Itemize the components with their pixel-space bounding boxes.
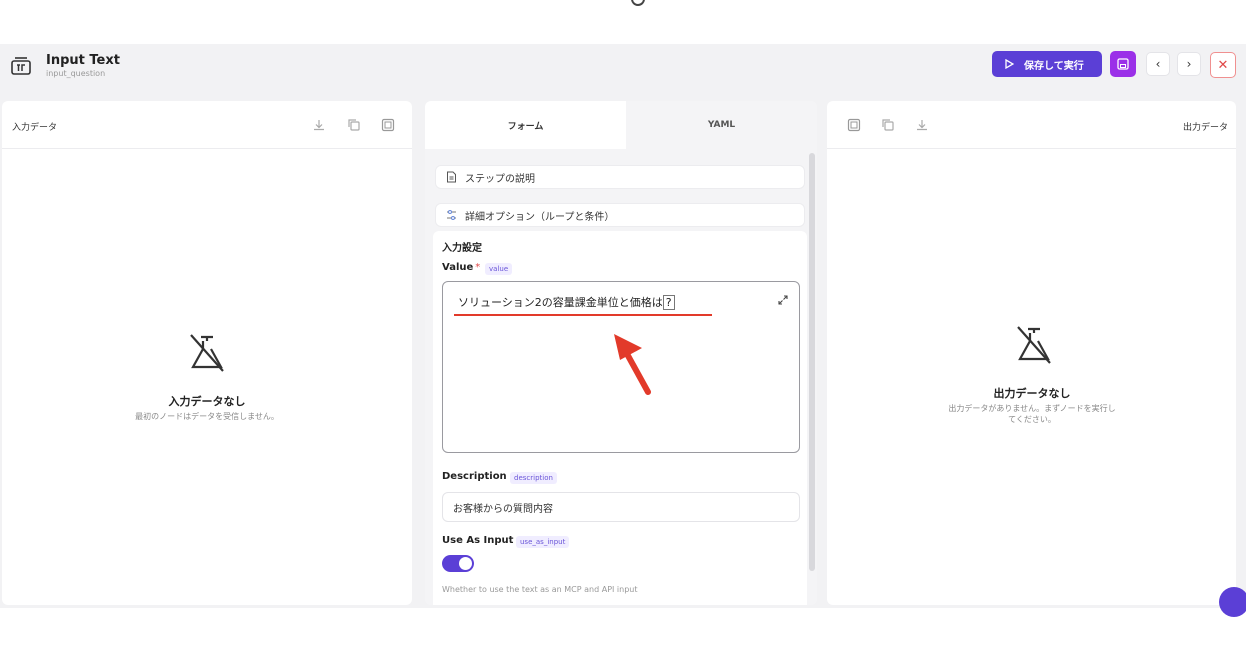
annotation-arrow-icon [614,334,651,395]
advanced-options-section[interactable]: 詳細オプション（ループと条件） [435,203,805,227]
expand-icon[interactable] [773,290,793,310]
close-icon: ✕ [1217,57,1229,73]
use-as-input-toggle[interactable] [442,555,474,572]
description-value: お客様からの質問内容 [453,503,553,515]
previous-node-button[interactable]: ‹ [1146,52,1170,76]
download-icon[interactable] [312,118,326,132]
output-data-panel: 出力データ 出力データなし 出力データがありません。まずノードを実行し てくださ… [827,101,1236,605]
value-key-chip: value [485,263,513,275]
text-input-icon [11,57,31,75]
app-window: Input Text input_question 保存して実行 ‹ › ✕ 入… [0,44,1246,608]
use-as-input-help: Whether to use the text as an MCP and AP… [442,585,638,594]
copy-icon[interactable] [347,118,361,132]
empty-input-description: 最初のノードはデータを受信しません。 [135,412,279,421]
close-button[interactable]: ✕ [1210,52,1236,78]
save-icon [1117,58,1129,70]
flask-off-icon [1017,326,1051,364]
tab-yaml[interactable]: YAML [626,101,817,149]
node-title: Input Text [46,53,120,68]
chat-launcher-button[interactable] [1219,587,1246,617]
chevron-right-icon: › [1186,57,1192,71]
step-description-section[interactable]: ステップの説明 [435,165,805,189]
value-field-label: Value * [442,262,480,273]
loading-spinner-icon [631,0,645,6]
output-data-header: 出力データ [827,101,1236,149]
input-settings-title: 入力設定 [442,243,482,254]
description-key-chip: description [510,472,557,484]
value-label-text: Value [442,262,474,273]
input-data-label: 入力データ [12,123,58,133]
empty-output-description-line1: 出力データがありません。まずノードを実行し [948,404,1116,413]
play-icon [1005,59,1014,69]
use-as-input-key-chip: use_as_input [516,536,570,548]
flask-off-icon [190,334,224,372]
save-and-run-button[interactable]: 保存して実行 [992,51,1102,77]
advanced-options-label: 詳細オプション（ループと条件） [465,211,615,223]
document-icon [447,171,456,183]
node-id: input_question [46,69,106,78]
download-icon[interactable] [915,118,929,132]
chevron-left-icon: ‹ [1155,57,1161,71]
required-mark: * [475,262,481,273]
input-data-header: 入力データ [2,101,412,149]
save-button[interactable] [1110,51,1136,77]
copy-icon[interactable] [881,118,895,132]
save-and-run-label: 保存して実行 [1024,60,1084,72]
tab-form[interactable]: フォーム [425,101,626,149]
use-as-input-label: Use As Input [442,535,514,546]
value-text-content: ソリューション2の容量課金単位と価格は [458,296,663,309]
sliders-icon [447,210,456,220]
value-text: ソリューション2の容量課金単位と価格は? [458,294,675,310]
node-header: Input Text input_question 保存して実行 ‹ › ✕ [0,44,1246,92]
description-field-label: Description [442,471,507,482]
annotation-underline [454,314,712,316]
output-data-label: 出力データ [1182,123,1228,133]
empty-input-title: 入力データなし [168,395,246,408]
input-data-panel: 入力データ 入力データなし 最初のノードはデータを受信しません。 [2,101,412,605]
scrollbar[interactable] [809,153,815,571]
next-node-button[interactable]: › [1177,52,1201,76]
empty-output-title: 出力データなし [993,387,1071,400]
description-input[interactable]: お客様からの質問内容 [442,492,800,522]
text-cursor-char: ? [662,295,675,310]
empty-output-description: 出力データがありません。まずノードを実行し てください。 [917,403,1147,425]
input-settings-card: 入力設定 Value* value ソリューション2の容量課金単位と価格は? [433,231,807,605]
toggle-knob [459,557,472,570]
step-description-label: ステップの説明 [465,173,535,185]
expand-arrows-icon [778,295,788,305]
table-view-icon[interactable] [847,118,861,132]
table-view-icon[interactable] [381,118,395,132]
empty-output-description-line2: てください。 [1008,415,1056,424]
